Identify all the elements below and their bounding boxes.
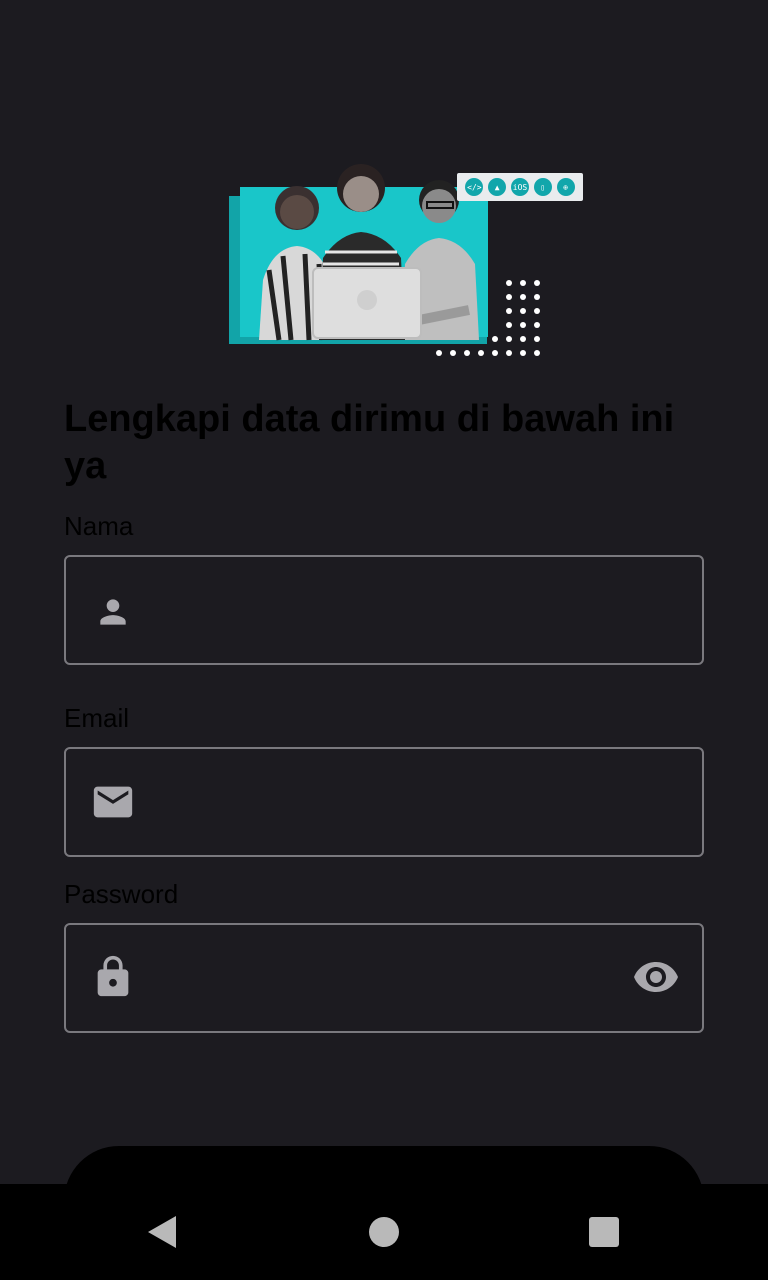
code-icon: </> (465, 178, 484, 196)
system-nav-bar (0, 1184, 768, 1280)
dot-pattern (436, 280, 540, 356)
eye-icon[interactable] (632, 953, 680, 1001)
password-input[interactable] (156, 925, 626, 1031)
person-icon (100, 599, 126, 625)
lock-icon (97, 955, 129, 997)
platform-tags: </> ▲ iOS ▯ ⊕ (457, 173, 583, 201)
mail-icon (93, 786, 133, 818)
ios-icon: iOS (510, 178, 529, 196)
password-label: Password (64, 879, 179, 909)
device-icon: ▯ (533, 178, 552, 196)
email-field[interactable] (64, 747, 704, 857)
password-field[interactable] (64, 923, 704, 1033)
recents-icon[interactable] (589, 1217, 619, 1247)
email-input[interactable] (156, 749, 626, 855)
android-icon: ▲ (488, 178, 507, 196)
hero-illustration: </> ▲ iOS ▯ ⊕ (229, 160, 584, 360)
globe-icon: ⊕ (556, 178, 575, 196)
register-screen: </> ▲ iOS ▯ ⊕ Lengkapi data dirimu di ba… (0, 0, 768, 1280)
page-title: Lengkapi data dirimu di bawah ini ya (64, 398, 675, 487)
name-field[interactable] (64, 555, 704, 665)
name-input[interactable] (156, 557, 626, 663)
back-icon[interactable] (144, 1214, 180, 1250)
home-icon[interactable] (369, 1217, 399, 1247)
name-label: Nama (64, 511, 134, 541)
email-label: Email (64, 703, 130, 733)
